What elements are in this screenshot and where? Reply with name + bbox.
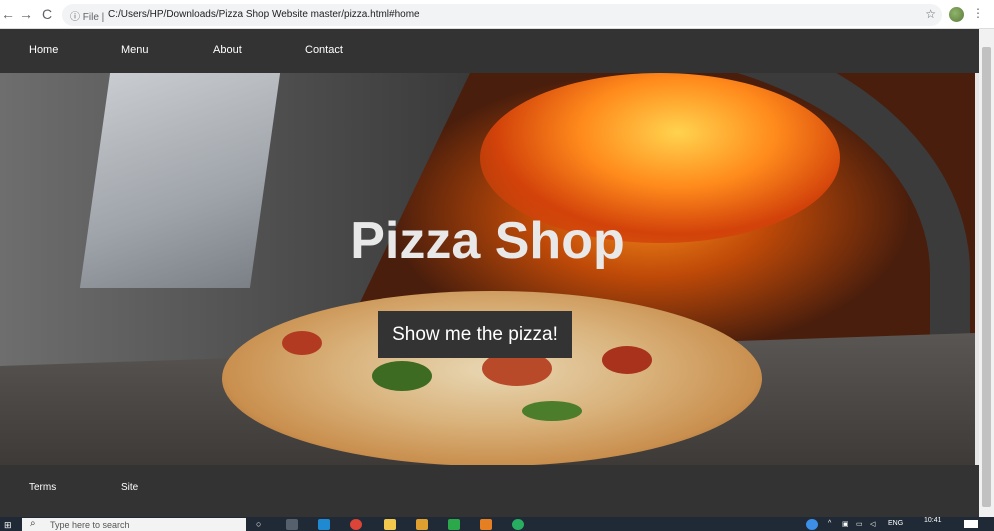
taskbar-search[interactable]: ⌕ Type here to search — [22, 518, 246, 531]
hero-banner: Pizza Shop Show me the pizza! — [0, 73, 975, 465]
gitlab-icon[interactable] — [480, 519, 492, 530]
site-footer: Terms Site — [0, 465, 979, 517]
edge-browser-icon[interactable] — [318, 519, 330, 530]
clock-time[interactable]: 10:41 — [924, 517, 942, 524]
nav-about-link[interactable]: About — [213, 44, 242, 56]
pepperoni-topping — [602, 346, 652, 374]
greens-topping — [372, 361, 432, 391]
site-info-icon[interactable]: ⓘ File | — [70, 8, 104, 23]
volume-icon[interactable]: ◁ — [870, 520, 875, 528]
battery-icon[interactable]: ▭ — [856, 520, 863, 528]
footer-site-link[interactable]: Site — [121, 482, 138, 493]
back-icon[interactable]: ← — [0, 6, 16, 22]
footer-terms-link[interactable]: Terms — [29, 482, 56, 493]
people-icon[interactable] — [806, 519, 818, 530]
profile-avatar[interactable] — [949, 7, 964, 22]
windows-start-icon[interactable]: ⊞ — [4, 520, 14, 530]
search-icon: ⌕ — [30, 518, 36, 529]
pepperoni-topping — [282, 331, 322, 355]
page-scrollbar[interactable] — [979, 29, 994, 517]
file-explorer-icon[interactable] — [384, 519, 396, 530]
scrollbar-thumb[interactable] — [982, 47, 991, 507]
windows-taskbar: ⊞ ⌕ Type here to search ○ ^ ▣ ▭ ◁ ENG 10… — [0, 517, 994, 531]
show-pizza-button[interactable]: Show me the pizza! — [378, 311, 572, 358]
nav-contact-link[interactable]: Contact — [305, 44, 343, 56]
reload-icon[interactable]: C — [39, 6, 55, 22]
task-switch-icon[interactable] — [286, 519, 298, 530]
language-indicator[interactable]: ENG — [888, 520, 903, 527]
browser-menu-icon[interactable]: ⋮ — [972, 6, 984, 20]
address-text[interactable]: C:/Users/HP/Downloads/Pizza Shop Website… — [108, 9, 420, 20]
nav-menu-link[interactable]: Menu — [121, 44, 149, 56]
nav-home-link[interactable]: Home — [29, 44, 58, 56]
notification-icon[interactable] — [964, 520, 978, 528]
network-icon[interactable]: ▣ — [842, 520, 849, 528]
address-bar[interactable]: ⓘ File | C:/Users/HP/Downloads/Pizza Sho… — [62, 4, 942, 26]
chrome-browser-icon[interactable] — [350, 519, 362, 530]
bookmark-star-icon[interactable]: ☆ — [925, 7, 936, 21]
tray-chevron-icon[interactable]: ^ — [828, 520, 831, 527]
task-view-icon[interactable]: ○ — [256, 519, 268, 530]
browser-toolbar: ← → C ⓘ File | C:/Users/HP/Downloads/Piz… — [0, 0, 994, 29]
sublime-text-icon[interactable] — [416, 519, 428, 530]
hero-title: Pizza Shop — [350, 212, 625, 270]
page-viewport: Home Menu About Contact Pizza Shop Show … — [0, 29, 979, 517]
forward-icon[interactable]: → — [18, 6, 34, 22]
app-icon[interactable] — [512, 519, 524, 530]
app-icon[interactable] — [448, 519, 460, 530]
greens-topping — [522, 401, 582, 421]
taskbar-search-placeholder[interactable]: Type here to search — [50, 520, 130, 530]
site-nav-bar: Home Menu About Contact — [0, 29, 979, 73]
